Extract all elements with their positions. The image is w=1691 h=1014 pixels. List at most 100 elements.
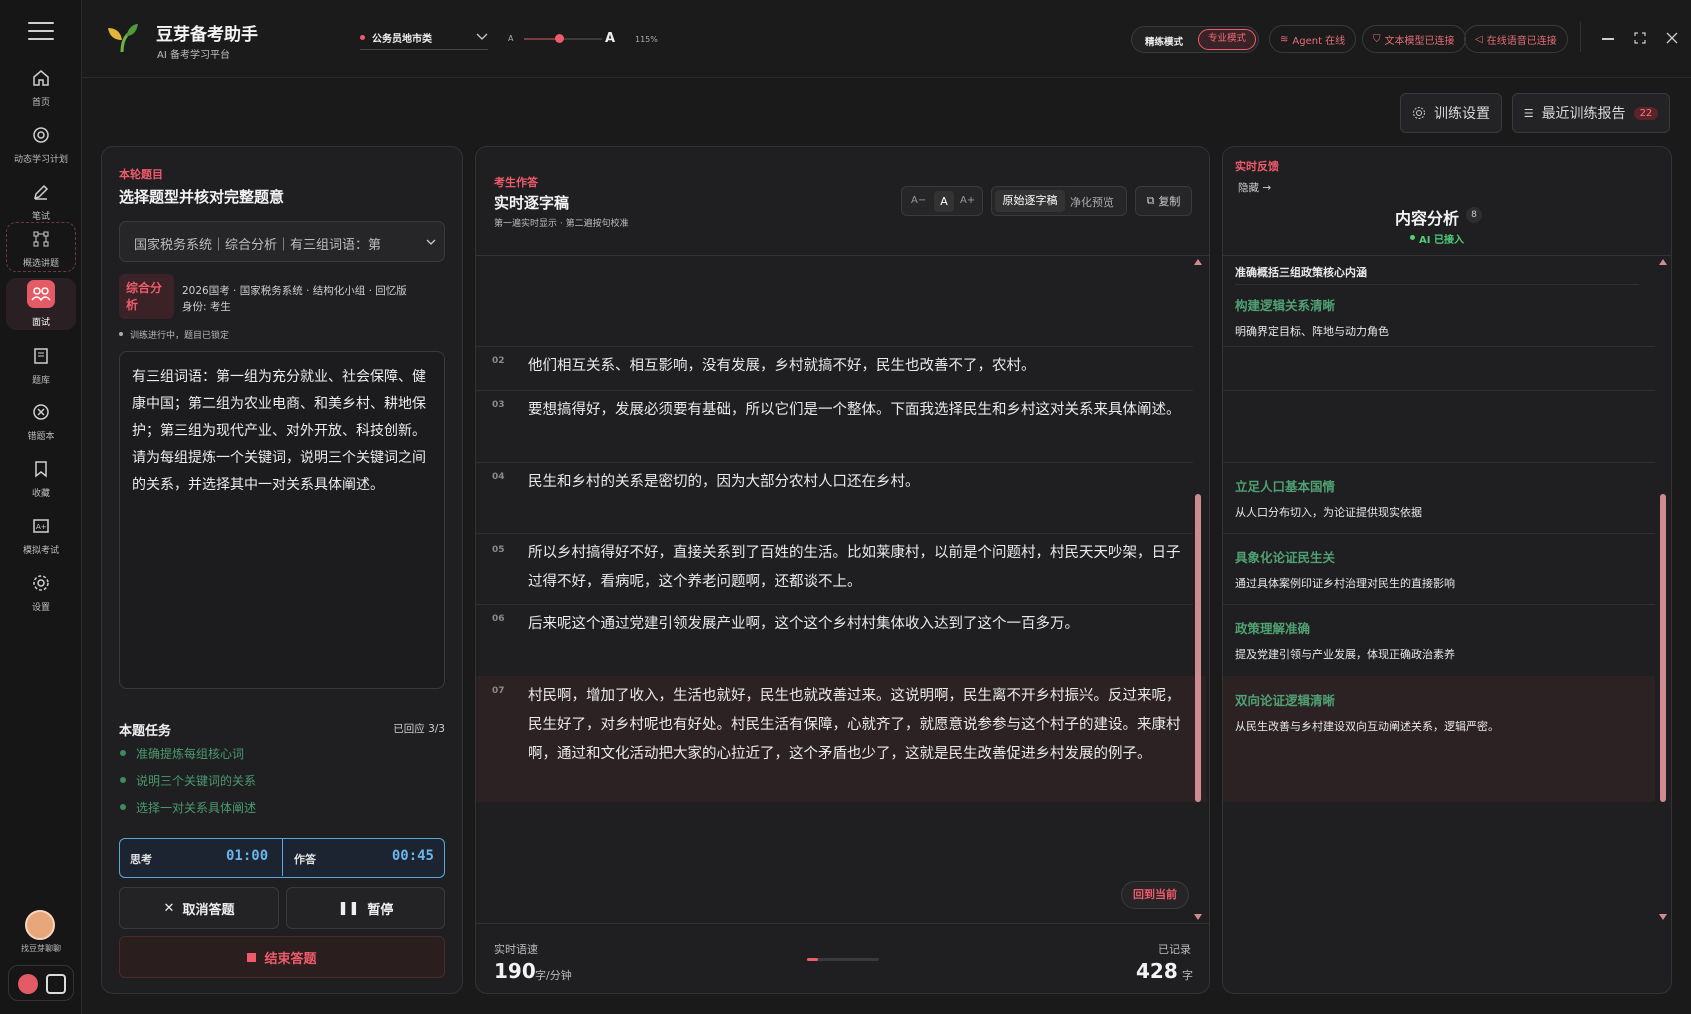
task-progress: 已回应 3/3 [393, 723, 445, 735]
question-identity: 身份: 考生 [182, 301, 231, 313]
sidebar-item-label: 笔试 [31, 212, 50, 222]
divider [476, 255, 1209, 256]
sidebar-item-mistakes[interactable]: 错题本 [6, 396, 76, 448]
sidebar-item-written[interactable]: 笔试 [6, 176, 76, 228]
agent-status-text: Agent 在线 [1292, 35, 1346, 47]
gear-icon [33, 575, 49, 591]
zoom-slider-fill [524, 38, 560, 40]
exam-type-value: 公务员地市类 [372, 34, 432, 45]
minimize-icon[interactable] [1602, 38, 1614, 40]
sidebar-item-label: 动态学习计划 [13, 155, 68, 165]
cancel-answer-button[interactable]: ✕ 取消答题 [119, 887, 279, 929]
training-settings-button[interactable]: 训练设置 [1400, 93, 1502, 133]
sidebar-item-plan[interactable]: 动态学习计划 [6, 119, 76, 171]
transcript-tag: 考生作答 [494, 176, 538, 189]
scrollbar-thumb[interactable] [1660, 494, 1666, 802]
transcript-row: 06 后来呢这个通过党建引领发展产业啊，这个这个乡村村集体收入达到了这个一百多万… [476, 604, 1206, 676]
font-default-button[interactable]: A [934, 191, 954, 212]
sidebar-item-home[interactable]: 首页 [6, 62, 76, 114]
scrollbar-thumb[interactable] [1195, 494, 1201, 802]
recent-report-label: 最近训练报告 [1541, 106, 1626, 122]
divider [1223, 346, 1655, 347]
recorded-label: 已记录 [1158, 943, 1191, 956]
sidebar-item-label: 设置 [31, 603, 50, 613]
sidebar-item-favorites[interactable]: 收藏 [6, 453, 76, 505]
pause-icon: ❚❚ [337, 900, 360, 916]
task-item: 准确提炼每组核心词 [136, 747, 245, 761]
home-icon [33, 70, 49, 86]
feedback-item: 具象化论证民生关 通过具体案例印证乡村治理对民生的直接影响 [1235, 547, 1635, 591]
divider [1223, 533, 1655, 534]
mode-practice-button[interactable]: 精练模式 [1145, 34, 1183, 48]
view-raw-button[interactable]: 原始逐字稿 [995, 190, 1065, 212]
sidebar-item-label: 错题本 [27, 432, 55, 442]
question-tag: 本轮题目 [119, 168, 163, 181]
theme-toggle[interactable] [8, 965, 74, 1001]
row-text: 他们相互关系、相互影响，没有发展，乡村就搞不好，民生也改善不了，农村。 [528, 358, 1036, 374]
copy-button[interactable]: ⧉ 复制 [1135, 186, 1192, 216]
view-toggle: 原始逐字稿 净化预览 [991, 186, 1127, 216]
transcript-title: 实时逐字稿 [494, 194, 570, 212]
stop-square [46, 974, 66, 994]
close-circle-icon [33, 404, 49, 420]
view-clean-button[interactable]: 净化预览 [1070, 194, 1114, 210]
record-dot [18, 974, 38, 994]
pause-button[interactable]: ❚❚ 暂停 [286, 887, 445, 929]
bookmark-icon [35, 461, 47, 478]
sidebar-item-label: 模拟考试 [22, 546, 59, 556]
recent-report-button[interactable]: ☰ 最近训练报告 22 [1512, 93, 1670, 133]
agent-status-badge: ≋ Agent 在线 [1269, 25, 1357, 53]
transcript-row: 02 他们相互关系、相互影响，没有发展，乡村就搞不好，民生也改善不了，农村。 [476, 346, 1206, 390]
question-select[interactable]: 国家税务系统｜综合分析｜有三组词语：第 [119, 221, 445, 262]
close-icon: ✕ [163, 900, 175, 916]
row-number: 04 [492, 472, 505, 482]
sidebar-item-bank[interactable]: 题库 [6, 340, 76, 392]
font-increase-button[interactable]: A+ [960, 195, 975, 206]
question-textarea[interactable]: 有三组词语：第一组为充分就业、社会保障、健康中国；第二组为农业电商、和美乡村、耕… [119, 351, 445, 689]
transcript-subtitle: 第一遍实时显示 · 第二遍按句校准 [494, 219, 629, 229]
timer-box: 思考 01:00 作答 00:45 [119, 838, 445, 878]
sidebar-item-mock[interactable]: A+ 模拟考试 [6, 510, 76, 562]
sidebar-item-lecture[interactable]: 概选讲题 [6, 222, 76, 272]
exam-type-select[interactable]: 公务员地市类 [360, 28, 488, 50]
sidebar-item-label: 收藏 [31, 489, 50, 499]
gear-icon [1413, 107, 1425, 119]
feedback-item-title: 双向论证逻辑清晰 [1235, 693, 1336, 708]
answer-timer: 00:45 [391, 848, 434, 864]
scroll-up-icon[interactable] [1194, 259, 1202, 265]
app-title: 豆芽备考助手 [156, 25, 258, 45]
scroll-down-icon[interactable] [1194, 914, 1202, 920]
close-icon[interactable] [1666, 32, 1678, 44]
font-small-icon: A [508, 34, 514, 43]
speed-value: 190 [494, 959, 536, 983]
row-text: 要想搞得好，发展必须要有基础，所以它们是一个整体。下面我选择民生和乡村这对关系来… [528, 402, 1181, 418]
font-decrease-button[interactable]: A− [911, 195, 926, 206]
sidebar-item-label: 面试 [31, 318, 50, 328]
sidebar-item-label: 首页 [31, 98, 50, 108]
status-dot [360, 35, 365, 40]
back-to-current-button[interactable]: 回到当前 [1121, 881, 1189, 909]
question-title: 选择题型并核对完整题意 [119, 188, 285, 206]
zoom-slider[interactable] [524, 34, 602, 43]
row-number: 02 [492, 356, 505, 366]
hide-feedback-button[interactable]: 隐藏 → [1238, 180, 1271, 195]
end-answer-button[interactable]: 结束答题 [119, 936, 445, 978]
sidebar-item-settings[interactable]: 设置 [6, 567, 76, 619]
row-number: 03 [492, 400, 505, 410]
end-answer-label: 结束答题 [264, 951, 317, 967]
divider [1580, 22, 1581, 52]
recorded-value: 428 [1136, 959, 1178, 983]
speaker-icon: ◁ [1475, 33, 1483, 45]
zoom-slider-handle[interactable] [555, 34, 565, 43]
scroll-down-icon[interactable] [1659, 914, 1667, 920]
maximize-icon[interactable] [1634, 32, 1646, 44]
sidebar-item-interview[interactable]: 面试 [6, 278, 76, 330]
avatar[interactable] [25, 910, 55, 940]
think-timer: 01:00 [226, 848, 269, 864]
question-meta: 2026国考 · 国家税务系统 · 结构化小组 · 回忆版 [182, 285, 407, 297]
divider [1235, 284, 1639, 285]
people-icon [27, 280, 55, 308]
mode-pro-button[interactable]: 专业模式 [1198, 29, 1256, 50]
scroll-up-icon[interactable] [1659, 259, 1667, 265]
menu-icon[interactable] [28, 22, 54, 42]
